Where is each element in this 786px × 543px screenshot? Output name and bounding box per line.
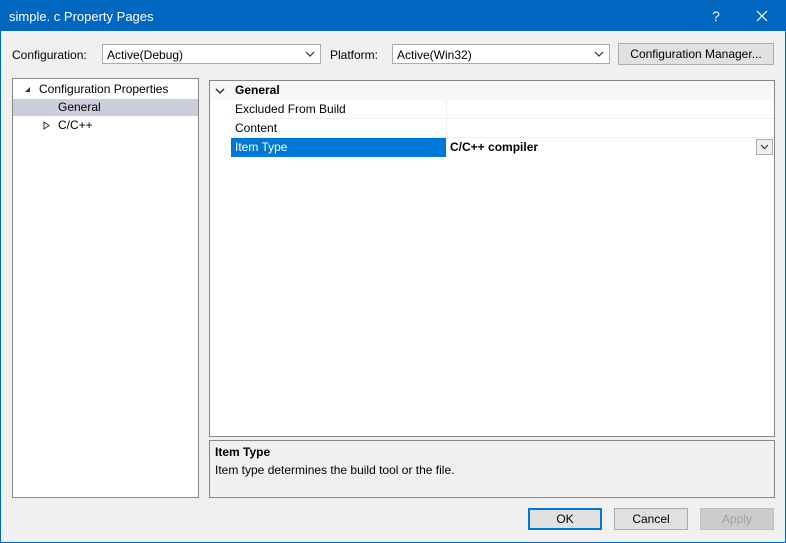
close-icon (756, 10, 768, 22)
row-gutter (210, 119, 231, 138)
chevron-down-icon (594, 51, 604, 57)
tree-item-label: C/C++ (58, 118, 93, 132)
tree-item-label: General (58, 100, 101, 114)
tree-item-cpp[interactable]: C/C++ (40, 117, 190, 134)
help-button[interactable]: ? (693, 1, 739, 31)
property-grid[interactable]: General Excluded From Build Content Item… (209, 80, 775, 437)
ok-button[interactable]: OK (528, 508, 602, 530)
configuration-combo[interactable]: Active(Debug) (102, 44, 321, 64)
property-value[interactable] (446, 100, 774, 119)
collapsed-triangle-icon (43, 121, 50, 130)
platform-value: Active(Win32) (397, 48, 472, 62)
property-pages-dialog: simple. c Property Pages ? Configuration… (0, 0, 786, 543)
row-gutter (210, 100, 231, 119)
configuration-label: Configuration: (12, 48, 87, 62)
property-name: Item Type (231, 138, 446, 157)
property-row[interactable]: Content (210, 119, 774, 138)
configuration-manager-button[interactable]: Configuration Manager... (618, 43, 774, 65)
description-text: Item type determines the build tool or t… (215, 463, 455, 477)
window-title: simple. c Property Pages (9, 9, 154, 24)
item-type-value[interactable]: C/C++ compiler (446, 138, 774, 157)
property-name: Excluded From Build (235, 102, 346, 116)
chevron-down-icon (760, 144, 769, 150)
item-type-dropdown-button[interactable] (756, 139, 773, 155)
property-name: Content (235, 121, 278, 135)
expanded-triangle-icon (25, 87, 30, 92)
category-row-general[interactable]: General (210, 81, 774, 100)
tree-item-configuration-properties[interactable]: Configuration Properties (21, 81, 196, 98)
apply-button: Apply (700, 508, 774, 530)
category-label: General (235, 83, 280, 97)
chevron-down-icon (305, 51, 315, 57)
cancel-button[interactable]: Cancel (614, 508, 688, 530)
close-button[interactable] (739, 1, 785, 31)
collapse-chevron-icon[interactable] (215, 86, 225, 96)
row-gutter (210, 138, 231, 157)
platform-combo[interactable]: Active(Win32) (392, 44, 610, 64)
platform-label: Platform: (330, 48, 379, 62)
property-row-item-type[interactable]: Item Type C/C++ compiler (210, 138, 774, 157)
title-bar[interactable]: simple. c Property Pages ? (1, 1, 785, 31)
description-panel: Item Type Item type determines the build… (209, 440, 775, 498)
property-row[interactable]: Excluded From Build (210, 100, 774, 119)
property-value[interactable] (446, 119, 774, 138)
tree-item-label: Configuration Properties (39, 82, 169, 96)
configuration-value: Active(Debug) (107, 48, 184, 62)
description-title: Item Type (215, 445, 271, 459)
tree-item-general[interactable]: General (13, 99, 198, 116)
property-tree[interactable]: Configuration Properties General C/C++ (12, 78, 199, 498)
